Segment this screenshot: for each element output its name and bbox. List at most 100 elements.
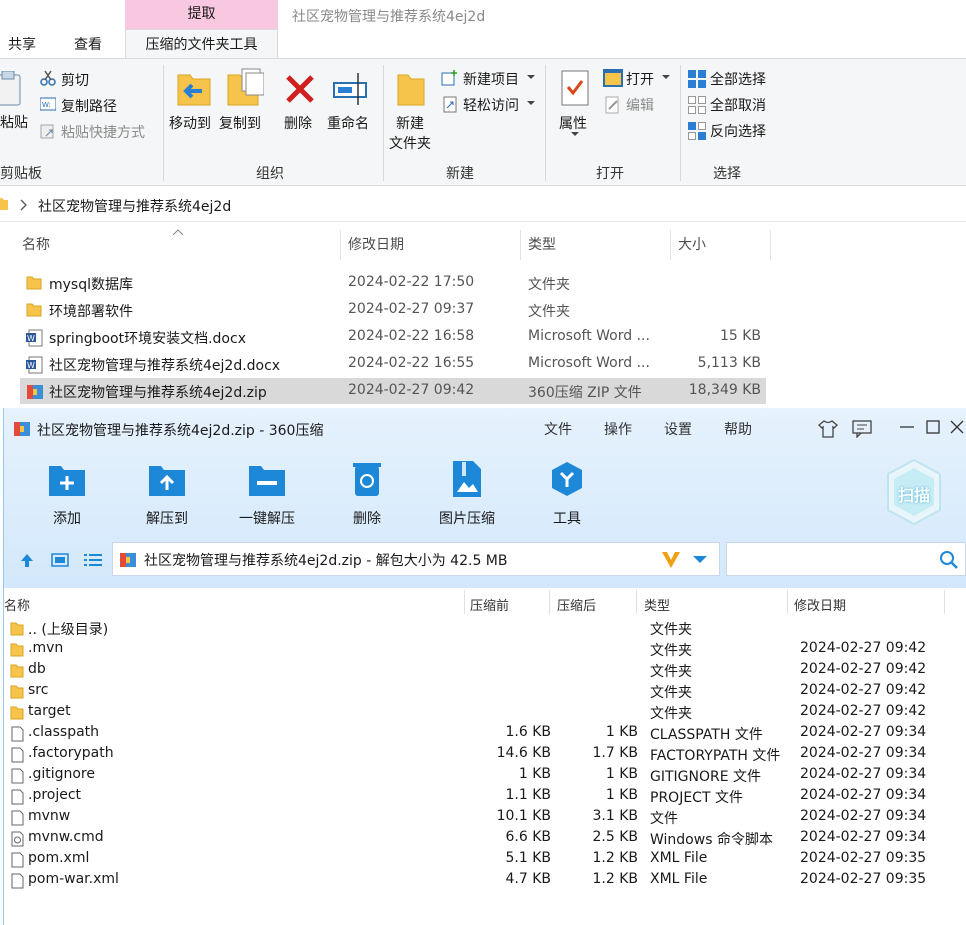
skin-shirt-icon[interactable] [818, 420, 838, 438]
file-row[interactable]: W springboot环境安装文档.docx 2024-02-22 16:58… [20, 324, 766, 350]
up-arrow-icon[interactable] [19, 552, 35, 568]
close-icon[interactable] [950, 420, 964, 434]
feedback-icon[interactable] [852, 420, 872, 438]
zip-row[interactable]: .classpath 1.6 KB 1 KB CLASSPATH 文件 2024-02-… [4, 723, 966, 744]
ribbon-tab-strip: 提取 社区宠物管理与推荐系统4ej2d 共享 查看 压缩的文件夹工具 [0, 0, 966, 59]
zip-column-name[interactable]: 名称 [4, 595, 30, 614]
chevron-right-icon [20, 199, 27, 211]
chevron-down-icon[interactable] [693, 556, 707, 564]
chevron-down-icon [571, 132, 579, 136]
zip-column-modified[interactable]: 修改日期 [794, 595, 846, 614]
zip-row[interactable]: .factorypath 14.6 KB 1.7 KB FACTORYPATH 文件 2… [4, 744, 966, 765]
file-size: 18,349 KB [688, 382, 761, 398]
zip-row-type: 文件夹 [650, 685, 692, 701]
zip-row[interactable]: .. (上级目录) 文件夹 [4, 618, 966, 639]
tools-hexagon-icon [552, 462, 582, 496]
search-input[interactable] [726, 542, 966, 576]
thumbnail-view-icon[interactable] [51, 553, 69, 567]
invert-selection-button[interactable]: 反向选择 [710, 121, 766, 141]
trash-icon [353, 463, 381, 496]
scan-badge[interactable]: 扫描 [884, 458, 944, 526]
open-button[interactable]: 打开 [626, 69, 654, 89]
file-icon [11, 789, 24, 805]
zip-row[interactable]: .mvn 文件夹 2024-02-27 09:42 [4, 639, 966, 660]
zip-row[interactable]: db 文件夹 2024-02-27 09:42 [4, 660, 966, 681]
context-tab-header[interactable]: 提取 [125, 0, 278, 29]
zip-row[interactable]: pom.xml 5.1 KB 1.2 KB XML File 2024-02-27 09… [4, 849, 966, 870]
edit-button[interactable]: 编辑 [626, 95, 654, 115]
zip-row[interactable]: src 文件夹 2024-02-27 09:42 [4, 681, 966, 702]
select-all-icon [688, 70, 706, 88]
zip-delete-button[interactable]: 删除 [327, 458, 407, 527]
window-title: 社区宠物管理与推荐系统4ej2d [292, 9, 486, 25]
minimize-icon[interactable] [900, 426, 914, 428]
paste-button[interactable]: 粘贴 [0, 112, 28, 132]
zip-row-type: FACTORYPATH 文件 [650, 748, 781, 764]
menu-settings[interactable]: 设置 [664, 419, 692, 439]
column-divider [340, 230, 341, 260]
invert-selection-icon [688, 122, 706, 140]
address-bar[interactable]: 社区宠物管理与推荐系统4ej2d [0, 188, 966, 222]
column-header-modified[interactable]: 修改日期 [348, 234, 404, 254]
tab-compressed-folder-tools[interactable]: 压缩的文件夹工具 [125, 29, 278, 59]
move-to-button[interactable]: 移动到 [169, 113, 211, 133]
zip-row[interactable]: target 文件夹 2024-02-27 09:42 [4, 702, 966, 723]
zip-column-before[interactable]: 压缩前 [470, 595, 509, 614]
properties-icon [561, 70, 589, 106]
menu-help[interactable]: 帮助 [724, 419, 752, 439]
zip-row-type: 文件 [650, 811, 678, 827]
new-item-button[interactable]: 新建项目 [463, 69, 519, 89]
tab-share[interactable]: 共享 [8, 34, 36, 54]
zip-column-type[interactable]: 类型 [644, 595, 670, 614]
file-size: 15 KB [719, 328, 761, 344]
properties-button[interactable]: 属性 [559, 113, 587, 133]
tab-view[interactable]: 查看 [74, 34, 102, 54]
scan-label: 扫描 [897, 486, 930, 505]
column-header-type[interactable]: 类型 [528, 234, 556, 254]
select-none-button[interactable]: 全部取消 [710, 95, 766, 115]
zip-row-after: 1 KB [605, 766, 638, 782]
list-view-icon[interactable] [84, 553, 102, 567]
zip-row-name: mvnw.cmd [28, 829, 104, 845]
rename-button[interactable]: 重命名 [327, 113, 369, 133]
copy-to-button[interactable]: 复制到 [219, 113, 261, 133]
add-label: 添加 [53, 511, 81, 527]
select-all-button[interactable]: 全部选择 [710, 69, 766, 89]
file-row[interactable]: 环境部署软件 2024-02-27 09:37 文件夹 [20, 297, 766, 323]
tools-button[interactable]: 工具 [527, 458, 607, 527]
path-bar[interactable]: 社区宠物管理与推荐系统4ej2d.zip - 解包大小为 42.5 MB [112, 542, 720, 576]
cut-button[interactable]: 剪切 [61, 70, 89, 90]
zip-row[interactable]: .project 1.1 KB 1 KB PROJECT 文件 2024-02-27 0… [4, 786, 966, 807]
image-compress-button[interactable]: 图片压缩 [427, 458, 507, 527]
zip-header: 社区宠物管理与推荐系统4ej2d.zip - 360压缩 文件 操作 设置 帮助… [4, 408, 966, 588]
add-button[interactable]: 添加 [27, 458, 107, 527]
zip-row[interactable]: mvnw 10.1 KB 3.1 KB 文件 2024-02-27 09:34 [4, 807, 966, 828]
ribbon-divider [163, 65, 164, 181]
file-row[interactable]: W 社区宠物管理与推荐系统4ej2d.docx 2024-02-22 16:55… [20, 351, 766, 377]
column-header-name[interactable]: 名称 [22, 234, 50, 254]
copy-path-icon: W: [40, 97, 56, 111]
maximize-icon[interactable] [926, 420, 940, 434]
breadcrumb[interactable]: 社区宠物管理与推荐系统4ej2d [38, 196, 231, 216]
new-folder-button[interactable]: 新建 [396, 113, 424, 133]
search-icon[interactable] [939, 550, 959, 570]
column-header-size[interactable]: 大小 [678, 234, 706, 254]
paste-shortcut-button[interactable]: 粘贴快捷方式 [61, 122, 145, 142]
zip-row[interactable]: mvnw.cmd 6.6 KB 2.5 KB Windows 命令脚本 2024-02-… [4, 828, 966, 849]
zip-row[interactable]: .gitignore 1 KB 1 KB GITIGNORE 文件 2024-02-27… [4, 765, 966, 786]
file-type: 文件夹 [528, 304, 570, 320]
zip-row[interactable]: pom-war.xml 4.7 KB 1.2 KB XML File 2024-02-2… [4, 870, 966, 891]
menu-file[interactable]: 文件 [544, 419, 572, 439]
zip-column-after[interactable]: 压缩后 [557, 595, 596, 614]
zip-row-modified: 2024-02-27 09:34 [800, 745, 927, 761]
menu-operation[interactable]: 操作 [604, 419, 632, 439]
copy-path-button[interactable]: 复制路径 [61, 96, 117, 116]
ribbon-divider [383, 65, 384, 181]
one-click-extract-button[interactable]: 一键解压 [227, 458, 307, 527]
file-row[interactable]: mysql数据库 2024-02-22 17:50 文件夹 [20, 270, 766, 296]
file-type: Microsoft Word ... [528, 328, 650, 344]
delete-button[interactable]: 删除 [284, 113, 312, 133]
extract-to-button[interactable]: 解压到 [127, 458, 207, 527]
easy-access-button[interactable]: 轻松访问 [463, 95, 519, 115]
file-row-selected[interactable]: 社区宠物管理与推荐系统4ej2d.zip 2024-02-27 09:42 36… [20, 378, 766, 404]
